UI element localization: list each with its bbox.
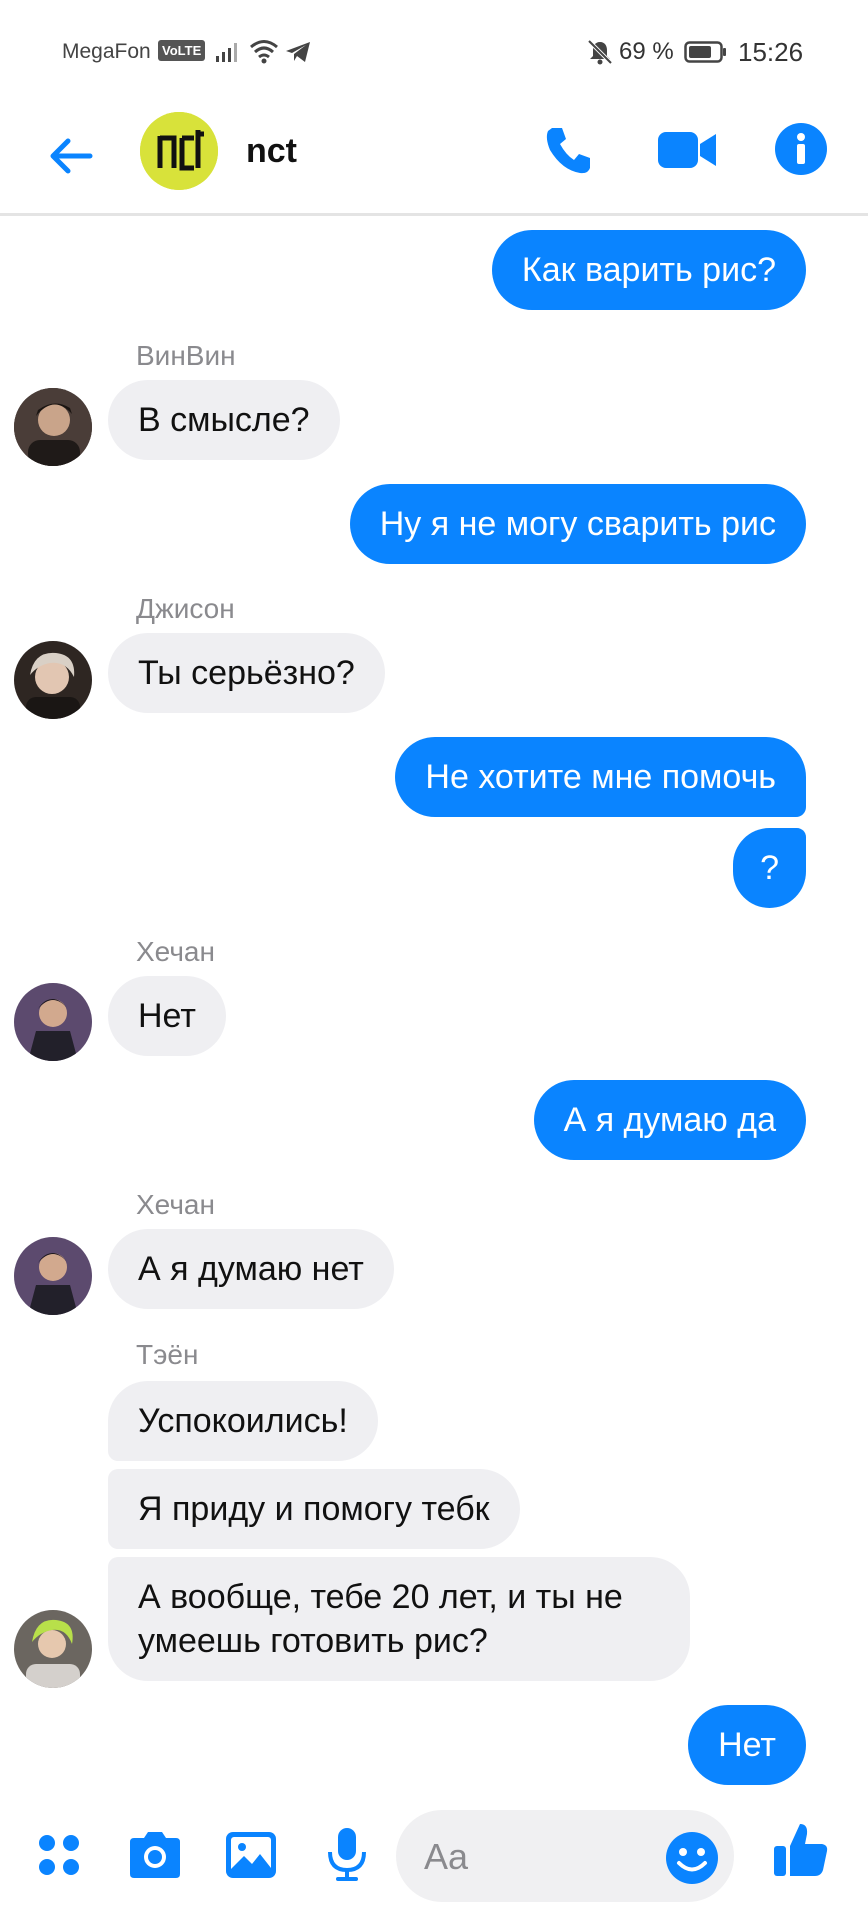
menu-icon[interactable]	[28, 1824, 90, 1886]
person-photo-icon	[14, 1610, 92, 1688]
back-arrow-icon[interactable]	[44, 128, 100, 184]
gallery-icon[interactable]	[220, 1824, 282, 1886]
carrier-label: MegaFon	[62, 40, 151, 63]
chat-header: nct	[0, 100, 868, 216]
message-outgoing[interactable]: Нет	[688, 1705, 806, 1785]
avatar-winwin[interactable]	[14, 388, 92, 466]
wifi-icon	[250, 40, 278, 64]
message-incoming[interactable]: А вообще, тебе 20 лет, и ты не умеешь го…	[108, 1557, 690, 1681]
status-bar: MegaFon VoLTE 69 % 15:26	[0, 0, 868, 100]
battery-percent: 69 %	[619, 38, 674, 65]
avatar-jisung[interactable]	[14, 641, 92, 719]
camera-icon[interactable]	[124, 1824, 186, 1886]
person-photo-icon	[14, 1237, 92, 1315]
message-outgoing[interactable]: Как варить рис?	[491, 230, 806, 310]
person-photo-icon	[14, 641, 92, 719]
message-incoming[interactable]: А я думаю нет	[108, 1229, 394, 1309]
battery-icon	[684, 41, 726, 63]
info-icon[interactable]	[774, 122, 828, 176]
signal-icon	[216, 43, 237, 62]
message-incoming[interactable]: В смысле?	[108, 380, 340, 460]
message-incoming[interactable]: Ты серьёзно?	[108, 633, 385, 713]
message-incoming[interactable]: Я приду и помогу тебк	[108, 1469, 520, 1549]
telegram-icon	[286, 42, 310, 62]
clock: 15:26	[738, 37, 804, 67]
avatar-taeyong[interactable]	[14, 1610, 92, 1688]
message-incoming[interactable]: Нет	[108, 976, 226, 1056]
video-call-icon[interactable]	[656, 126, 718, 174]
sender-name: Хечан	[136, 936, 215, 967]
muted-bell-icon	[587, 39, 613, 65]
nct-logo-icon	[140, 112, 218, 190]
message-outgoing[interactable]: ?	[733, 828, 806, 908]
group-avatar[interactable]	[140, 112, 218, 190]
sender-name: Тэён	[136, 1339, 199, 1370]
volte-badge: VoLTE	[158, 40, 206, 61]
avatar-haechan[interactable]	[14, 1237, 92, 1315]
mic-icon[interactable]	[316, 1824, 378, 1886]
chat-title[interactable]: nct	[246, 132, 297, 171]
message-incoming[interactable]: Успокоились!	[108, 1381, 378, 1461]
message-outgoing[interactable]: Ну я не могу сварить рис	[349, 484, 806, 564]
person-photo-icon	[14, 983, 92, 1061]
message-input[interactable]: Aa	[396, 1810, 734, 1902]
sender-name: ВинВин	[136, 340, 236, 371]
message-outgoing[interactable]: Не хотите мне помочь	[395, 737, 806, 817]
message-composer: Aa	[0, 1800, 868, 1920]
like-icon[interactable]	[770, 1818, 832, 1880]
avatar-haechan[interactable]	[14, 983, 92, 1061]
phone-icon[interactable]	[540, 122, 596, 178]
message-input-placeholder: Aa	[424, 1836, 469, 1877]
person-photo-icon	[14, 388, 92, 466]
emoji-icon[interactable]	[664, 1830, 720, 1886]
sender-name: Джисон	[136, 593, 235, 624]
sender-name: Хечан	[136, 1189, 215, 1220]
message-outgoing[interactable]: А я думаю да	[533, 1080, 806, 1160]
